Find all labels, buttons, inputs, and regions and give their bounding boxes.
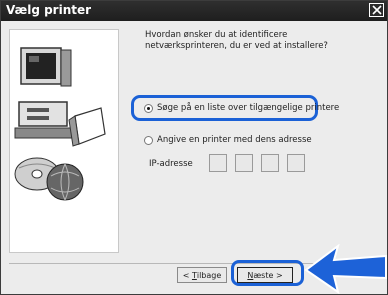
radio-address-indicator[interactable] [144,135,153,145]
ip-octet-3[interactable] [261,154,279,172]
dialog-title: Vælg printer [6,3,92,17]
question-text: Hvordan ønsker du at identificere netvær… [145,30,328,51]
ip-octet-1[interactable] [209,154,227,172]
arrow-pointer-icon [304,244,387,294]
radio-search-list[interactable]: Søge på en liste over tilgængelige print… [144,103,339,113]
radio-address[interactable]: Angive en printer med dens adresse [144,135,312,145]
ip-octet-2[interactable] [235,154,253,172]
ip-address-label: IP-adresse [149,159,193,169]
radio-address-label: Angive en printer med dens adresse [157,135,312,145]
radio-search-list-label: Søge på en liste over tilgængelige print… [157,103,340,113]
title-bar: Vælg printer [1,1,387,21]
radio-search-list-indicator[interactable] [144,103,153,113]
choose-printer-dialog: Vælg printer Hvordan ønsker du at identi… [0,0,388,295]
back-button[interactable]: < Tilbage [177,267,227,283]
next-button[interactable]: Næste > [237,267,293,283]
computer-illustration-icon [14,47,106,201]
close-button[interactable] [369,3,384,17]
close-icon [372,5,382,15]
ip-octet-4[interactable] [287,154,305,172]
